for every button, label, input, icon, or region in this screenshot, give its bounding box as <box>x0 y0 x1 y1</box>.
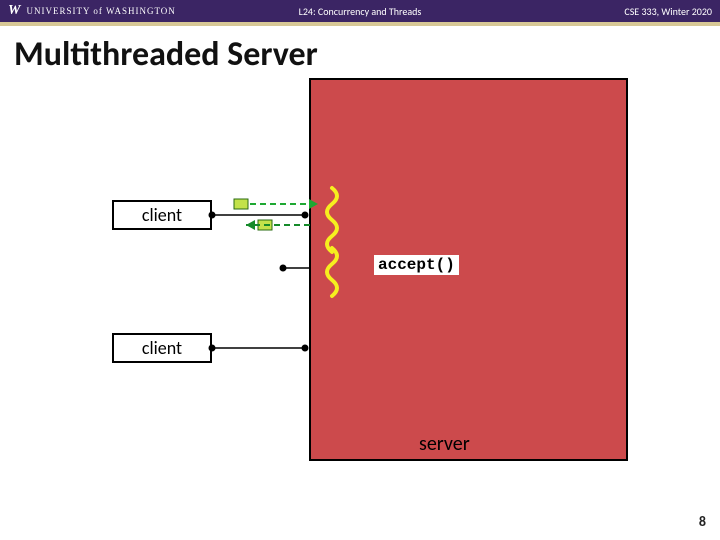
slide-header: W UNIVERSITY of WASHINGTON L24: Concurre… <box>0 0 720 22</box>
page-number: 8 <box>699 513 706 530</box>
client-2-label: client <box>142 337 182 359</box>
institution-block: W UNIVERSITY of WASHINGTON <box>8 3 176 19</box>
server-box <box>309 78 628 461</box>
accept-call-label: accept() <box>374 255 459 275</box>
course-id: CSE 333, Winter 2020 <box>624 5 712 18</box>
slide-title: Multithreaded Server <box>0 26 720 75</box>
server-label: server <box>419 432 470 456</box>
client-box-1: client <box>112 200 212 230</box>
client-1-label: client <box>142 204 182 226</box>
client-box-2: client <box>112 333 212 363</box>
institution-name: UNIVERSITY of WASHINGTON <box>26 6 175 16</box>
lecture-title: L24: Concurrency and Threads <box>299 5 422 18</box>
w-logo-icon: W <box>8 3 20 19</box>
diagram-stage: client client accept() server <box>0 70 720 500</box>
